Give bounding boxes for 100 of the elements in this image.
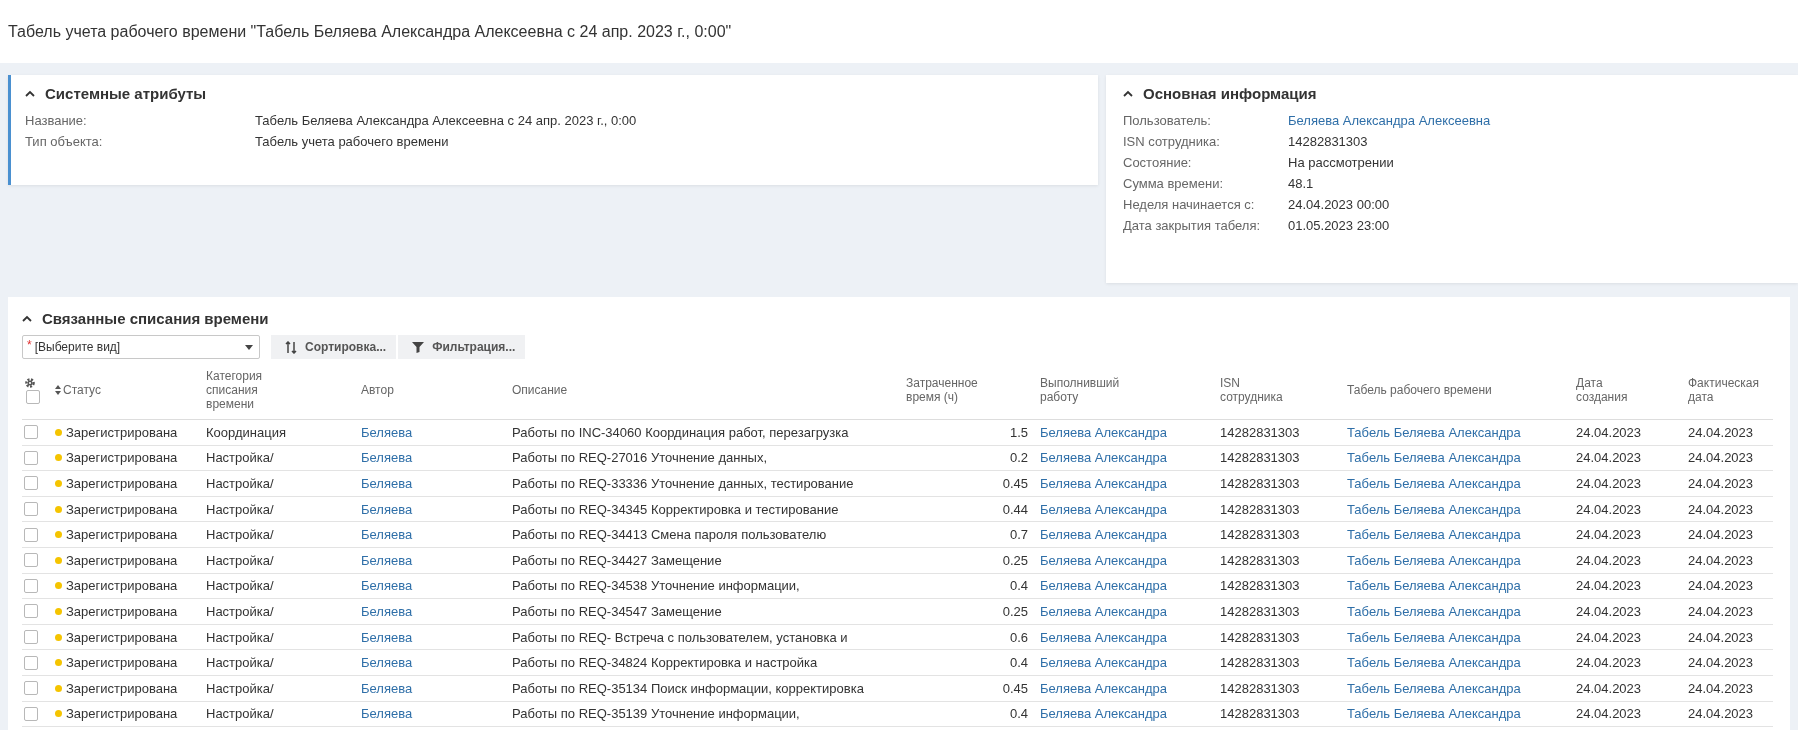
table-cell-text: 24.04.2023	[1688, 578, 1755, 594]
timesheet-link[interactable]: Табель Беляева Александра	[1347, 552, 1576, 568]
checkbox[interactable]	[24, 502, 38, 517]
table-cell-text: 24.04.2023	[1576, 450, 1643, 466]
author-link[interactable]: Беляева	[361, 527, 512, 543]
table-cell-text: 24.04.2023	[1688, 501, 1755, 517]
table-cell-text: Работы по REQ-34413 Смена пароля пользователю	[512, 527, 828, 543]
table-cell-text: Настройка/	[206, 578, 275, 594]
table-cell-text: Настройка/	[206, 603, 275, 619]
table-cell-text: Работы по REQ-33336 Уточнение данных, тестирование	[512, 476, 855, 491]
sort-button[interactable]: Сортировка...	[271, 335, 397, 359]
table-cell-text: 0.4	[1008, 706, 1029, 722]
section-title: Основная информация	[1143, 84, 1317, 102]
performer-link[interactable]: Беляева Александра	[1040, 450, 1220, 466]
checkbox[interactable]	[24, 630, 38, 645]
table-cell-text: 14282831303	[1220, 552, 1301, 568]
author-link[interactable]: Беляева	[361, 706, 512, 722]
performer-link[interactable]: Беляева Александра	[1040, 476, 1220, 491]
table-cell-text: Работы по REQ-34547 Замещение	[512, 603, 723, 619]
performer-link[interactable]: Беляева Александра	[1040, 578, 1220, 594]
table-cell-text: 0.4	[1008, 655, 1029, 671]
author-link[interactable]: Беляева	[361, 424, 512, 440]
performer-link[interactable]: Беляева Александра	[1040, 424, 1220, 440]
performer-link[interactable]: Беляева Александра	[1040, 501, 1220, 517]
view-select[interactable]: * [Выберите вид]	[22, 335, 260, 359]
checkbox[interactable]	[24, 706, 38, 721]
table-cell-text: 14282831303	[1220, 578, 1301, 594]
performer-link[interactable]: Беляева Александра	[1040, 527, 1220, 543]
timesheet-link[interactable]: Табель Беляева Александра	[1347, 450, 1576, 466]
table-cell-text: Настройка/	[206, 629, 275, 645]
timesheet-link[interactable]: Табель Беляева Александра	[1347, 603, 1576, 619]
table-cell-text: 24.04.2023	[1688, 655, 1755, 671]
table-cell-text: Работы по REQ-34427 Замещение	[512, 552, 723, 568]
author-link[interactable]: Беляева	[361, 655, 512, 671]
filter-icon	[412, 341, 425, 353]
author-link[interactable]: Беляева	[361, 680, 512, 696]
caret-icon	[245, 344, 253, 350]
author-link[interactable]: Беляева	[361, 501, 512, 517]
author-link[interactable]: Беляева	[361, 603, 512, 619]
checkbox[interactable]	[24, 553, 38, 568]
column-header: Статус	[63, 383, 102, 397]
column-header: ISN сотрудника	[1220, 376, 1284, 404]
table-cell-text: Работы по REQ-34538 Уточнение информации,	[512, 578, 801, 594]
timesheet-link[interactable]: Табель Беляева Александра	[1347, 501, 1576, 517]
timesheet-link[interactable]: Табель Беляева Александра	[1347, 476, 1576, 491]
table-cell-text: 24.04.2023	[1688, 424, 1755, 440]
table-cell-text: 24.04.2023	[1688, 476, 1755, 491]
performer-link[interactable]: Беляева Александра	[1040, 629, 1220, 645]
timesheet-link[interactable]: Табель Беляева Александра	[1347, 629, 1576, 645]
performer-link[interactable]: Беляева Александра	[1040, 680, 1220, 696]
performer-link[interactable]: Беляева Александра	[1040, 603, 1220, 619]
timesheet-link[interactable]: Табель Беляева Александра	[1347, 706, 1576, 722]
performer-link[interactable]: Беляева Александра	[1040, 655, 1220, 671]
timesheet-link[interactable]: Табель Беляева Александра	[1347, 424, 1576, 440]
checkbox[interactable]	[24, 655, 38, 670]
checkbox[interactable]	[24, 476, 38, 491]
field-label: Неделя начинается с:	[1123, 197, 1256, 212]
table-cell-text: 14282831303	[1220, 501, 1301, 517]
table-cell-text: 14282831303	[1220, 706, 1301, 722]
table-cell-text: 14282831303	[1220, 450, 1301, 466]
checkbox[interactable]	[24, 450, 38, 465]
performer-link[interactable]: Беляева Александра	[1040, 552, 1220, 568]
checkbox[interactable]	[24, 527, 38, 542]
author-link[interactable]: Беляева	[361, 552, 512, 568]
timesheet-link[interactable]: Табель Беляева Александра	[1347, 578, 1576, 594]
settings-icon[interactable]	[24, 376, 36, 389]
table-cell-text: 0.45	[1001, 680, 1029, 696]
table-cell-text: 14282831303	[1220, 527, 1301, 543]
table-cell-text: 24.04.2023	[1576, 706, 1643, 722]
chevron-up-icon[interactable]	[25, 89, 35, 97]
table-cell-text: 24.04.2023	[1688, 527, 1755, 543]
timesheet-link[interactable]: Табель Беляева Александра	[1347, 680, 1576, 696]
filter-button[interactable]: Фильтрация...	[398, 335, 526, 359]
table-cell-text: 24.04.2023	[1576, 603, 1643, 619]
table-cell: Зарегистрирована	[66, 655, 178, 671]
table-cell: Зарегистрирована	[66, 476, 178, 491]
sort-icon[interactable]	[55, 385, 61, 395]
checkbox[interactable]	[24, 604, 38, 619]
table-cell-text: Настройка/	[206, 527, 275, 543]
author-link[interactable]: Беляева	[361, 578, 512, 594]
table-cell-text: Настройка/	[206, 450, 275, 466]
checkbox[interactable]	[26, 389, 40, 404]
checkbox[interactable]	[24, 578, 38, 593]
author-link[interactable]: Беляева	[361, 629, 512, 645]
field-value: 48.1	[1288, 176, 1315, 191]
chevron-up-icon[interactable]	[22, 314, 32, 322]
checkbox[interactable]	[24, 425, 38, 440]
field-value: 01.05.2023 23:00	[1288, 218, 1391, 233]
author-link[interactable]: Беляева	[361, 476, 512, 491]
timesheet-link[interactable]: Табель Беляева Александра	[1347, 527, 1576, 543]
author-link[interactable]: Беляева	[361, 450, 512, 466]
sort-icon	[285, 340, 297, 354]
timesheet-link[interactable]: Табель Беляева Александра	[1347, 655, 1576, 671]
performer-link[interactable]: Беляева Александра	[1040, 706, 1220, 722]
chevron-up-icon[interactable]	[1123, 89, 1133, 97]
checkbox[interactable]	[24, 681, 38, 696]
table-cell-text: 0.7	[1008, 527, 1029, 543]
column-header: Описание	[512, 383, 569, 397]
user-link[interactable]: Беляева Александра Алексеевна	[1288, 113, 1782, 128]
table-cell-text: Настройка/	[206, 655, 275, 671]
